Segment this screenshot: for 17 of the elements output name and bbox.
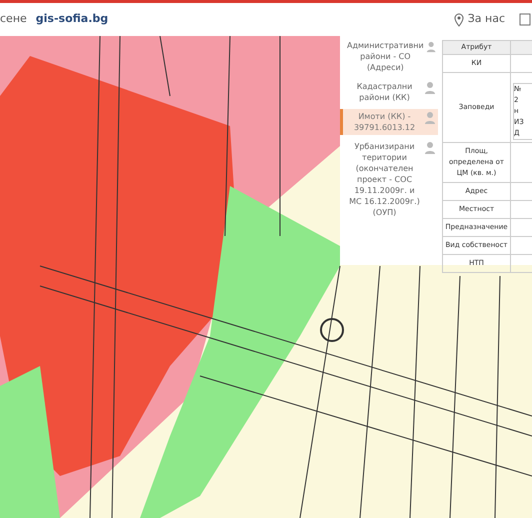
person-icon <box>426 40 436 54</box>
location-pin-icon <box>454 12 464 26</box>
layer-label: Кадастрални райони (КК) <box>356 81 414 103</box>
person-icon <box>424 141 436 155</box>
layer-item[interactable]: Административни райони - СО (Адреси) <box>340 38 438 75</box>
person-icon <box>424 111 436 125</box>
person-icon <box>424 81 436 95</box>
document-icon <box>519 13 531 26</box>
about-link[interactable]: За нас <box>468 11 505 28</box>
layer-label: Административни райони - СО (Адреси) <box>347 40 424 73</box>
layer-item[interactable]: Кадастрални райони (КК) <box>340 79 438 105</box>
layer-item[interactable]: Имоти (КК) - 39791.6013.12 <box>340 109 438 135</box>
layer-item[interactable]: Урбанизирани територии (окончателен проект - СОС 19.11.2009г. и МС 16.12.2009г.) (ОУП) <box>340 139 438 220</box>
layer-label: Имоти (КК) - 39791.6013.12 <box>352 111 416 133</box>
site-link[interactable]: gis-sofia.bg <box>36 11 108 28</box>
layer-label: Урбанизирани територии (окончателен проект - СОС 19.11.2009г. и МС 16.12.2009г.) (ОУП) <box>348 141 421 218</box>
menu-link[interactable]: сене <box>0 11 27 28</box>
